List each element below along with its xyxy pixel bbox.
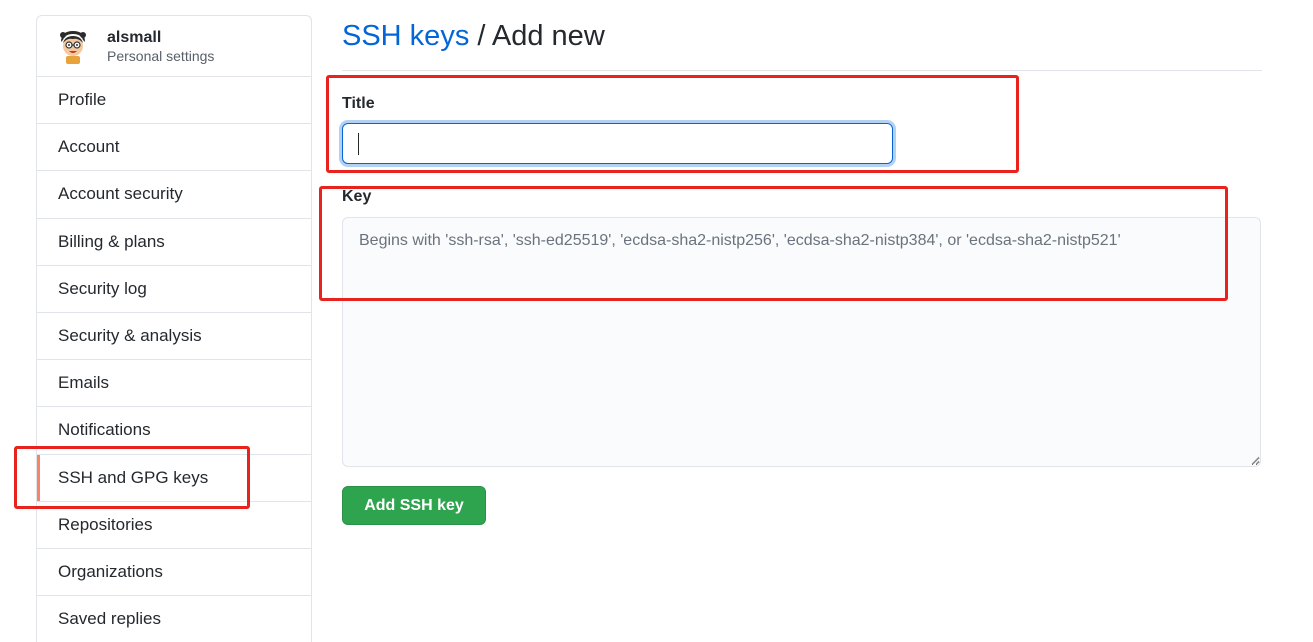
sidebar-item-organizations[interactable]: Organizations (37, 549, 311, 597)
page-title: SSH keys / Add new (342, 20, 605, 53)
resize-handle-icon[interactable] (1251, 456, 1260, 465)
title-label: Title (342, 95, 375, 112)
sidebar-item-security-analysis[interactable]: Security & analysis (37, 313, 311, 361)
sidebar-item-saved-replies[interactable]: Saved replies (37, 596, 311, 642)
sidebar-item-emails[interactable]: Emails (37, 360, 311, 408)
title-input[interactable] (342, 123, 893, 164)
settings-page: alsmall Personal settings Profile Accoun… (0, 0, 1313, 642)
header-divider (342, 70, 1262, 71)
sidebar-item-billing[interactable]: Billing & plans (37, 219, 311, 266)
text-caret (358, 133, 359, 155)
sidebar-item-security-log[interactable]: Security log (37, 266, 311, 313)
username[interactable]: alsmall (107, 28, 214, 47)
sidebar-item-ssh-gpg-keys[interactable]: SSH and GPG keys (37, 454, 311, 502)
sidebar-item-account-security[interactable]: Account security (37, 171, 311, 219)
sidebar-item-profile[interactable]: Profile (37, 77, 311, 125)
breadcrumb-current: / Add new (469, 20, 605, 52)
user-header[interactable]: alsmall Personal settings (37, 16, 311, 77)
breadcrumb-ssh-keys-link[interactable]: SSH keys (342, 20, 469, 52)
sidebar-item-account[interactable]: Account (37, 124, 311, 172)
avatar[interactable] (55, 28, 91, 64)
sidebar-item-repositories[interactable]: Repositories (37, 502, 311, 549)
key-label: Key (342, 188, 372, 205)
user-subtitle: Personal settings (107, 47, 215, 64)
avatar-icon (60, 31, 86, 64)
settings-sidebar: alsmall Personal settings Profile Accoun… (36, 15, 312, 642)
user-info: alsmall Personal settings (107, 28, 214, 65)
key-textarea[interactable] (342, 217, 1261, 467)
sidebar-item-notifications[interactable]: Notifications (37, 407, 311, 455)
add-ssh-key-button[interactable]: Add SSH key (342, 486, 486, 525)
settings-menu: Profile Account Account security Billing… (37, 77, 311, 642)
